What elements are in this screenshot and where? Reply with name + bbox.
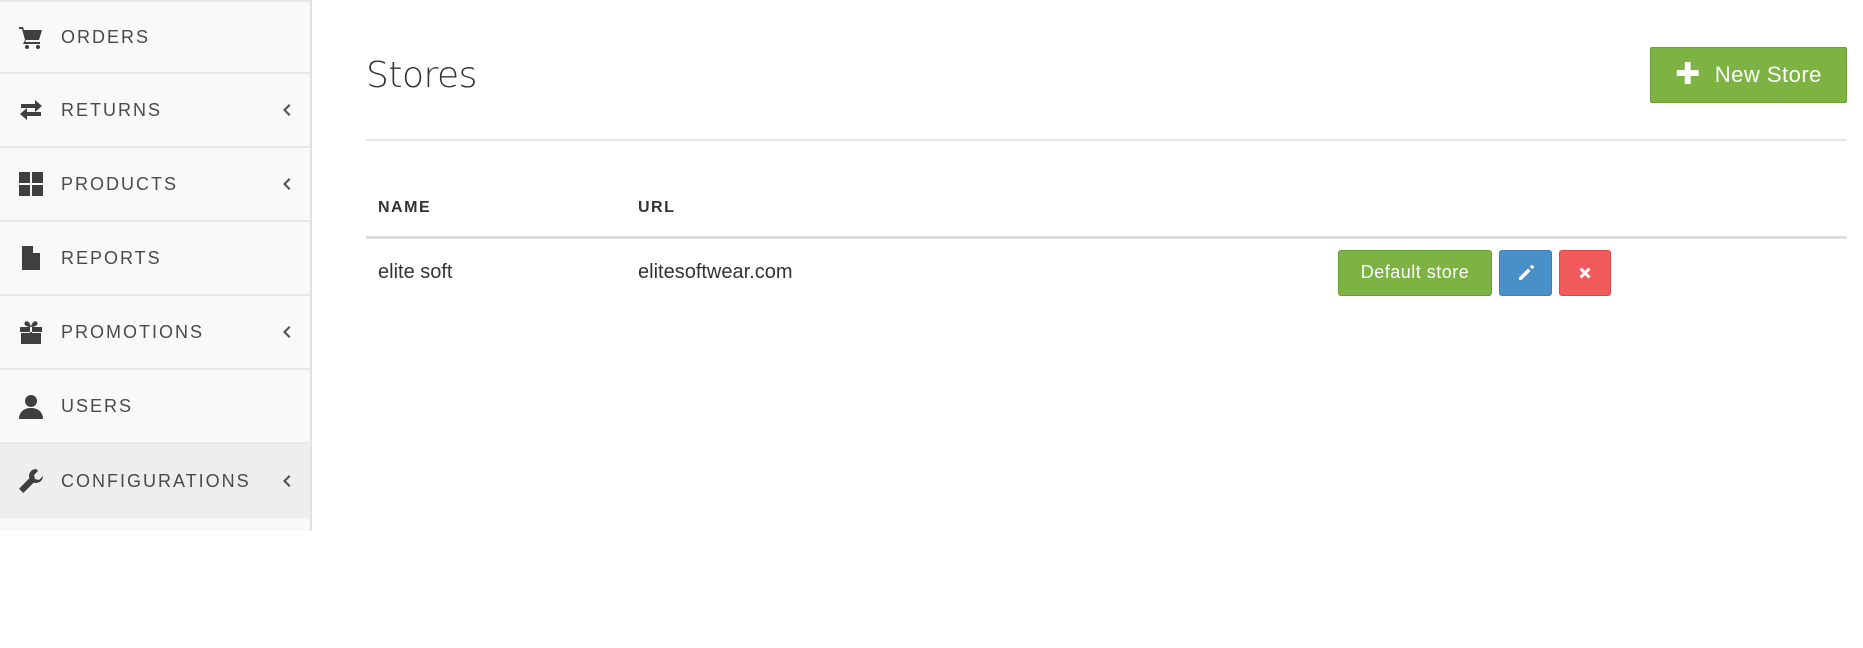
sidebar-item-orders[interactable]: ORDERS (0, 0, 310, 74)
store-url-cell: elitesoftwear.com (638, 261, 793, 284)
cart-icon (17, 23, 45, 51)
sidebar-item-label: USERS (61, 395, 134, 416)
column-header-name: NAME (366, 181, 626, 239)
sidebar-item-products[interactable]: PRODUCTS (0, 148, 310, 222)
user-icon (17, 392, 45, 420)
grid-icon (17, 170, 45, 198)
table-header-row: NAME URL (366, 181, 1847, 239)
store-actions-cell: Default store (1326, 237, 1847, 307)
default-store-button[interactable]: Default store (1338, 249, 1492, 296)
new-store-label: New Store (1714, 62, 1822, 87)
gift-icon (17, 318, 45, 346)
store-name-cell: elite soft (378, 261, 453, 284)
row-actions: Default store (1338, 249, 1847, 296)
chevron-left-icon (280, 178, 292, 190)
wrench-icon (17, 467, 45, 495)
exchange-icon (17, 96, 45, 124)
sidebar-item-label: PRODUCTS (61, 173, 179, 194)
page-title: Stores (366, 55, 477, 96)
delete-store-button[interactable] (1559, 249, 1611, 296)
chevron-left-icon (280, 326, 292, 338)
chevron-left-icon (280, 475, 292, 487)
close-icon (1579, 267, 1591, 279)
column-header-actions (1326, 181, 1847, 239)
page-header: Stores ✚ New Store (366, 0, 1847, 141)
sidebar-item-label: CONFIGURATIONS (61, 470, 251, 491)
chevron-left-icon (280, 104, 292, 116)
column-header-url: URL (626, 181, 1326, 239)
plus-icon: ✚ (1675, 58, 1701, 91)
sidebar-item-label: RETURNS (61, 99, 163, 120)
pencil-icon (1518, 264, 1534, 280)
sidebar-item-label: REPORTS (61, 247, 162, 268)
table-row: elite soft elitesoftwear.com Default sto… (366, 237, 1847, 307)
new-store-button[interactable]: ✚ New Store (1650, 47, 1847, 103)
edit-store-button[interactable] (1499, 249, 1552, 296)
stores-table: NAME URL elite soft elitesoftwear.com De… (366, 181, 1847, 307)
main-content: Stores ✚ New Store NAME URL elite soft e… (366, 0, 1847, 307)
sidebar-item-users[interactable]: USERS (0, 370, 310, 444)
sidebar: ORDERS RETURNS PRODUCTS REPORTS PROMOTIO… (0, 0, 312, 531)
sidebar-item-returns[interactable]: RETURNS (0, 74, 310, 148)
sidebar-item-label: PROMOTIONS (61, 321, 205, 342)
sidebar-item-label: ORDERS (61, 26, 151, 47)
sidebar-item-promotions[interactable]: PROMOTIONS (0, 296, 310, 370)
sidebar-item-configurations[interactable]: CONFIGURATIONS (0, 444, 310, 518)
file-icon (17, 244, 45, 272)
sidebar-item-reports[interactable]: REPORTS (0, 222, 310, 296)
